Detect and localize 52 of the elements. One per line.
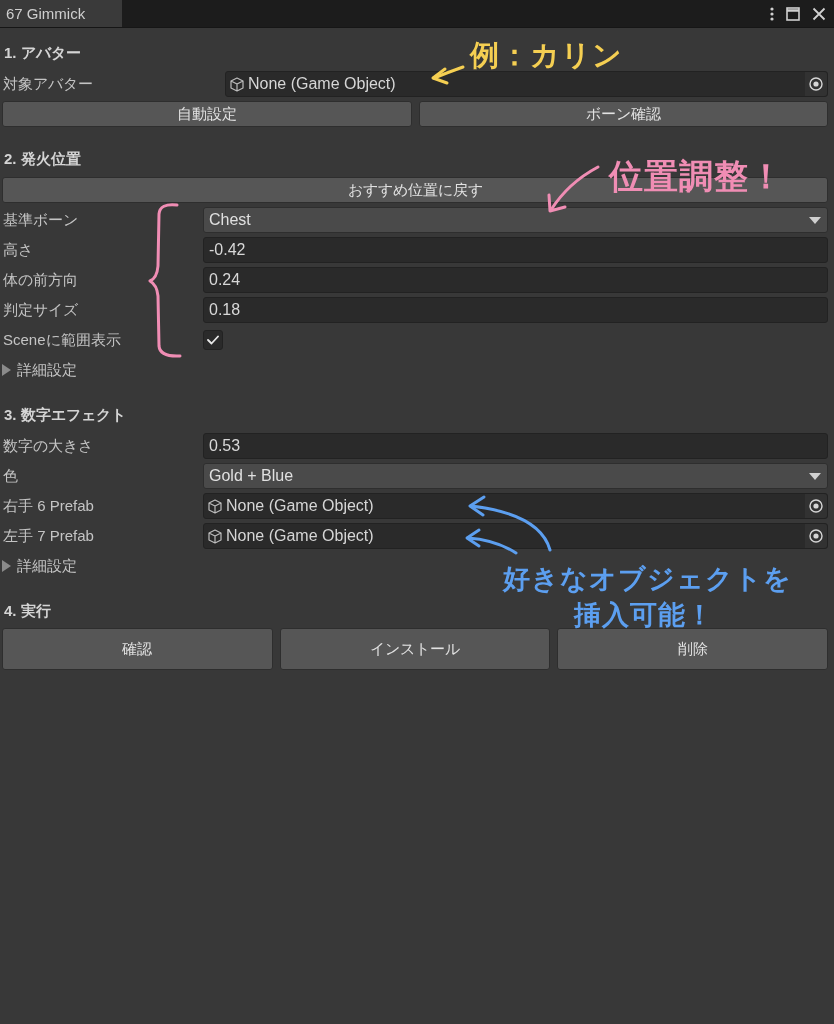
picker-button[interactable] [805,524,827,548]
checkbox[interactable] [203,330,223,350]
dropdown[interactable]: Chest [203,207,828,233]
foldout[interactable]: 詳細設定 [2,556,77,576]
number-field[interactable]: 0.18 [203,297,828,323]
check-icon [207,335,219,345]
object-field[interactable]: None (Game Object) [225,71,828,97]
field-label: 右手 6 Prefab [2,496,94,516]
number-field[interactable]: 0.53 [203,433,828,459]
cube-icon [230,76,244,92]
number-field[interactable]: -0.42 [203,237,828,263]
close-icon[interactable] [812,6,826,21]
action-button[interactable]: 削除 [557,628,828,670]
target-icon [809,499,823,513]
section-title: 3. 数字エフェクト [4,405,126,425]
field-label: 基準ボーン [2,210,78,230]
field-label: Sceneに範囲表示 [2,330,121,350]
window-tab[interactable]: 67 Gimmick [0,0,122,27]
section-title: 4. 実行 [4,601,51,621]
annotation-arrow [431,65,465,85]
object-field[interactable]: None (Game Object) [203,523,828,549]
field-label: 高さ [2,240,33,260]
annotation-text: 例：カリン [468,38,624,73]
foldout[interactable]: 詳細設定 [2,360,77,380]
action-button[interactable]: 自動設定 [2,101,412,127]
object-field[interactable]: None (Game Object) [203,493,828,519]
caret-icon [2,560,11,572]
more-icon[interactable] [770,6,774,21]
field-label: 数字の大きさ [2,436,93,456]
annotation-arrow [547,165,600,213]
action-button[interactable]: 確認 [2,628,273,670]
field-label: 体の前方向 [2,270,78,290]
target-icon [809,77,823,91]
field-label: 判定サイズ [2,300,78,320]
section-title: 1. アバター [4,43,81,63]
cube-icon [208,528,222,544]
section-title: 2. 発火位置 [4,149,81,169]
picker-button[interactable] [805,72,827,96]
caret-icon [809,472,821,480]
number-field[interactable]: 0.24 [203,267,828,293]
caret-icon [809,216,821,224]
field-label: 対象アバター [2,74,93,94]
action-button[interactable]: ボーン確認 [418,101,828,127]
target-icon [809,529,823,543]
field-label: 色 [2,466,18,486]
picker-button[interactable] [805,494,827,518]
field-label: 左手 7 Prefab [2,526,94,546]
maximize-icon[interactable] [786,6,800,21]
cube-icon [208,498,222,514]
dropdown[interactable]: Gold + Blue [203,463,828,489]
caret-icon [2,364,11,376]
action-button[interactable]: インストール [279,628,551,670]
